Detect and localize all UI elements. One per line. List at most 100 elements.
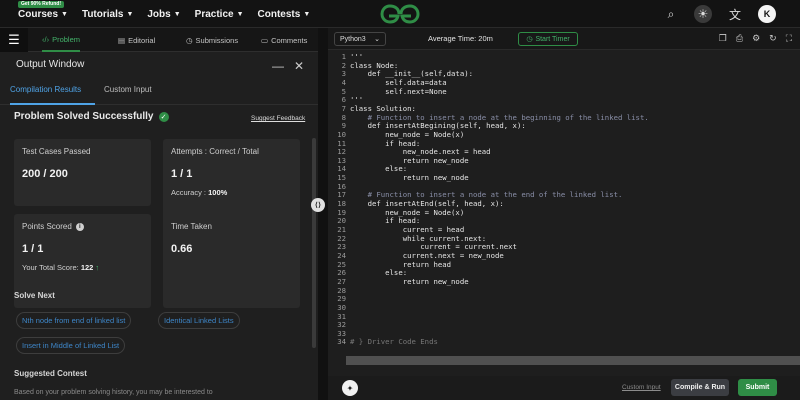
editor-actions: ❐ ⎙ ⚙ ↻ ⛶ <box>719 33 792 44</box>
suggest-feedback-link[interactable]: Suggest Feedback <box>251 115 305 122</box>
menu-courses[interactable]: Courses ▼ <box>18 9 68 20</box>
line-number: 22 <box>337 233 346 243</box>
line-number: 19 <box>337 207 346 217</box>
line-number: 14 <box>337 164 346 174</box>
attempts-value: 1 / 1 <box>171 168 193 180</box>
code-line: return new_node <box>350 173 469 183</box>
menu-practice[interactable]: Practice ▼ <box>195 9 244 20</box>
line-number: 32 <box>337 320 346 330</box>
translate-icon[interactable]: 文 <box>726 5 744 23</box>
code-line: return new_node <box>350 276 469 286</box>
code-line: current.next = new_node <box>350 250 504 260</box>
total-score-text: Your Total Score: 122 ↑ <box>22 263 100 272</box>
average-time: Average Time: 20m <box>428 34 493 43</box>
output-window-controls: — ✕ <box>272 59 304 73</box>
refund-promo-badge[interactable]: Get 90% Refund! <box>18 1 65 8</box>
suggested-contest-text: Based on your problem solving history, y… <box>14 389 213 396</box>
solve-next-chip-identical-lists[interactable]: Identical Linked Lists <box>158 312 240 329</box>
tab-submissions[interactable]: ◷ Submissions <box>186 28 238 52</box>
line-number: 20 <box>337 216 346 226</box>
resize-handle-icon[interactable]: ⟨⟩ <box>311 198 325 212</box>
code-line: ''' <box>350 52 364 61</box>
problem-panel: ☰ ‹/› Problem ▤ Editorial ◷ Submissions ▭ Co… <box>0 28 318 400</box>
top-navbar: Get 90% Refund! Courses ▼ Tutorials ▼ Jobs… <box>0 0 800 28</box>
line-number: 28 <box>337 285 346 295</box>
current-line-highlight <box>346 356 800 365</box>
gfg-logo-icon[interactable] <box>380 3 420 25</box>
start-timer-button[interactable]: ◷ Start Timer <box>518 32 578 46</box>
custom-input-link[interactable]: Custom Input <box>622 384 661 391</box>
line-number: 16 <box>337 181 346 191</box>
output-scrollbar[interactable] <box>312 138 316 348</box>
line-number: 6 <box>341 95 346 105</box>
tab-custom-input[interactable]: Custom Input <box>104 85 152 105</box>
close-icon[interactable]: ✕ <box>294 59 304 73</box>
line-number: 33 <box>337 328 346 338</box>
reset-icon[interactable]: ↻ <box>769 33 777 44</box>
line-number: 9 <box>341 121 346 131</box>
code-line: else: <box>350 164 408 174</box>
code-line: # Function to insert a node at the begin… <box>350 112 649 122</box>
panel-splitter[interactable] <box>318 28 328 400</box>
line-number: 11 <box>337 138 346 148</box>
code-line: else: <box>350 268 408 278</box>
chevron-down-icon: ▼ <box>173 11 181 18</box>
search-icon[interactable]: ⌕ <box>662 5 680 23</box>
editor-toolbar: Python3 ⌄ Average Time: 20m ◷ Start Timer … <box>328 28 800 50</box>
menu-tutorials[interactable]: Tutorials ▼ <box>82 9 133 20</box>
code-icon: ‹/› <box>42 34 50 44</box>
submit-button[interactable]: Submit <box>738 379 777 396</box>
tab-editorial[interactable]: ▤ Editorial <box>118 28 155 52</box>
problem-tabs: ☰ ‹/› Problem ▤ Editorial ◷ Submissions ▭ Co… <box>0 28 318 52</box>
solve-next-chip-insert-middle[interactable]: Insert in Middle of Linked List <box>16 337 126 354</box>
chevron-down-icon: ⌄ <box>374 36 380 43</box>
theme-toggle-icon[interactable]: ☀ <box>694 5 712 23</box>
line-number: 13 <box>337 155 346 165</box>
minimize-icon[interactable]: — <box>272 59 284 73</box>
menu-contests[interactable]: Contests ▼ <box>258 9 311 20</box>
line-number: 17 <box>337 190 346 200</box>
lightbulb-icon[interactable]: ✦ <box>342 380 358 396</box>
code-line: new_node = Node(x) <box>350 129 465 139</box>
settings-icon[interactable]: ⚙ <box>752 33 760 44</box>
arrow-up-icon: ↑ <box>95 263 100 272</box>
copy-icon[interactable]: ❐ <box>719 33 727 44</box>
line-number: 29 <box>337 294 346 304</box>
menu-jobs[interactable]: Jobs ▼ <box>147 9 180 20</box>
save-icon[interactable]: ⎙ <box>736 33 743 44</box>
time-taken-value: 0.66 <box>171 243 193 255</box>
language-select[interactable]: Python3 ⌄ <box>334 32 386 46</box>
chevron-down-icon: ▼ <box>236 11 244 18</box>
line-number: 10 <box>337 129 346 139</box>
hamburger-menu-icon[interactable]: ☰ <box>0 28 28 52</box>
code-line: new_node.next = head <box>350 147 491 157</box>
tab-problem[interactable]: ‹/› Problem <box>42 28 81 52</box>
line-number: 8 <box>341 112 346 122</box>
clock-icon: ◷ <box>186 35 193 45</box>
editor-footer: ✦ Custom Input Compile & Run Submit <box>328 376 800 400</box>
info-icon[interactable]: i <box>75 222 84 231</box>
line-number: 27 <box>337 276 346 286</box>
code-line: class Solution: <box>350 103 416 113</box>
accuracy-text: Accuracy : 100% <box>171 188 228 197</box>
document-icon: ▤ <box>118 35 126 45</box>
tab-comments[interactable]: ▭ Comments <box>261 28 307 52</box>
chevron-down-icon: ▼ <box>303 11 311 18</box>
code-line: if head: <box>350 216 421 226</box>
tab-compilation-results[interactable]: Compilation Results <box>10 85 95 105</box>
line-number: 7 <box>341 103 346 113</box>
code-line: # } Driver Code Ends <box>350 337 438 347</box>
compile-run-button[interactable]: Compile & Run <box>671 379 729 396</box>
fullscreen-icon[interactable]: ⛶ <box>786 33 792 44</box>
chevron-down-icon: ▼ <box>126 11 134 18</box>
line-number: 34 <box>337 337 346 347</box>
avatar[interactable]: K <box>758 5 776 23</box>
line-number: 31 <box>337 311 346 321</box>
line-number: 26 <box>337 268 346 278</box>
solve-next-chip-nth-node[interactable]: Nth node from end of linked list <box>16 312 132 329</box>
test-cases-card: Test Cases Passed 200 / 200 <box>14 139 151 206</box>
code-editor[interactable]: 1 ''' 2 class Node: 3 def __init__(self,data… <box>328 50 800 365</box>
code-line: return new_node <box>350 155 469 165</box>
code-line: while current.next: <box>350 233 487 243</box>
line-number: 2 <box>341 60 346 70</box>
